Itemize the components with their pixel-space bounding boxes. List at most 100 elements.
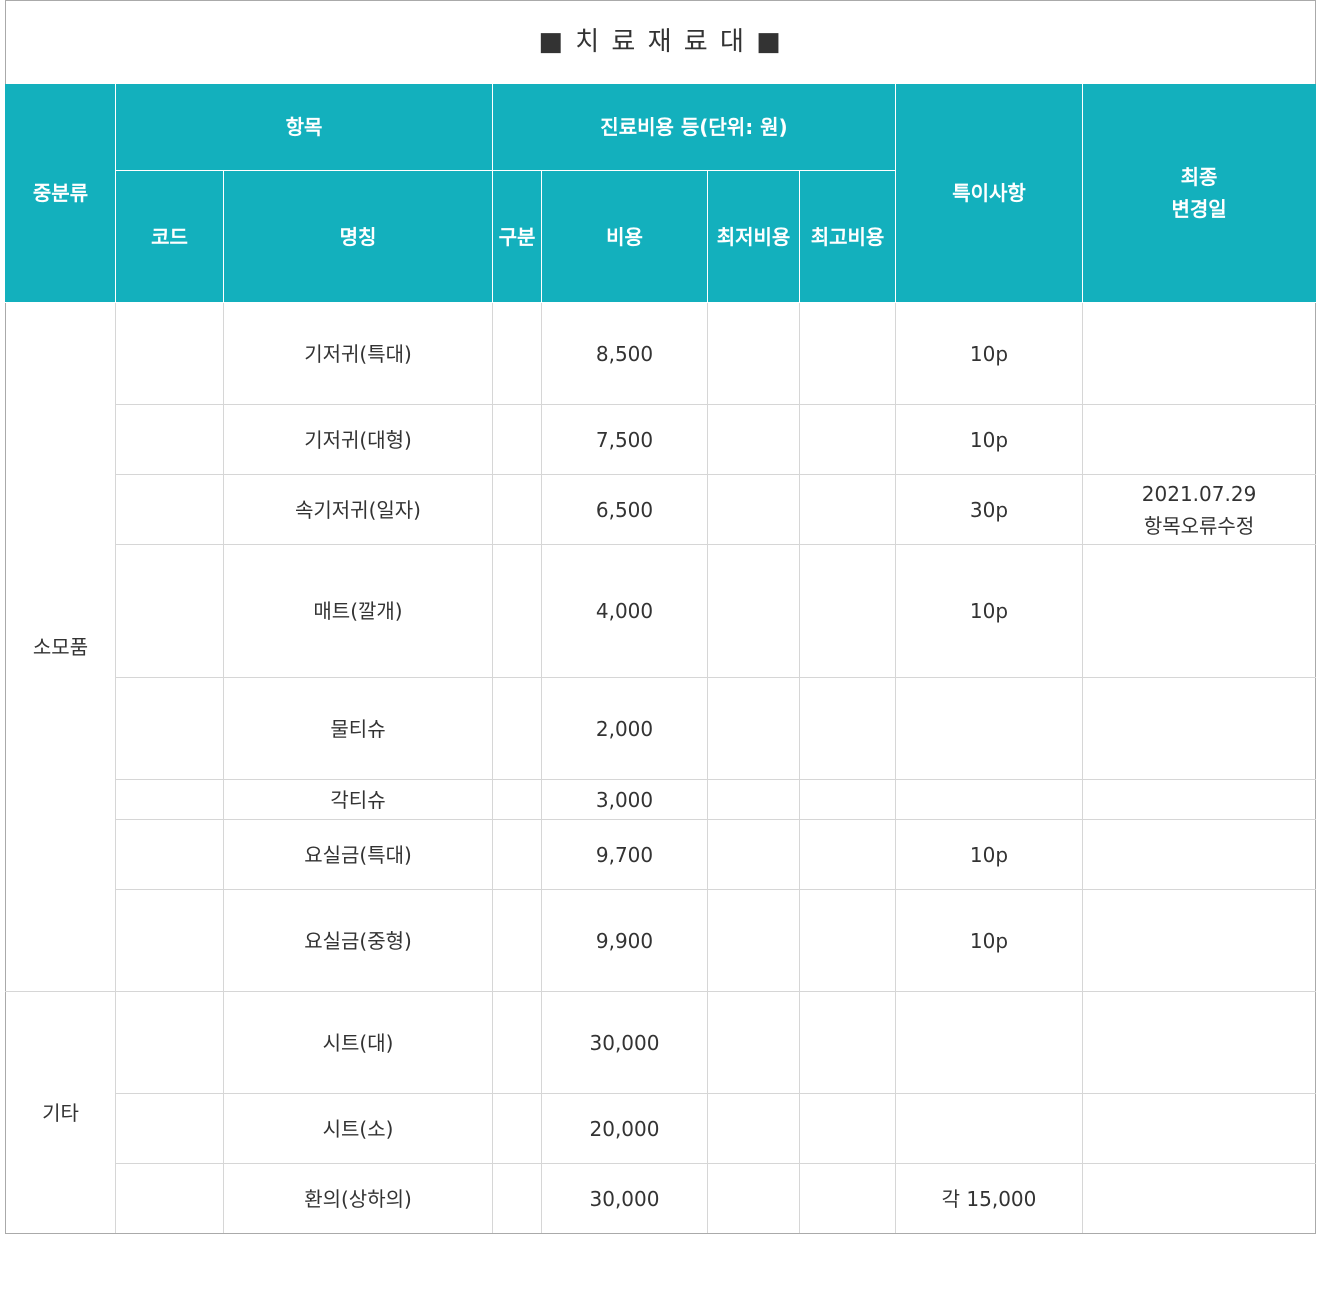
division-cell [492,819,542,890]
last-changed-cell [1081,404,1317,475]
last-changed-cell [1081,1093,1317,1164]
code-cell [115,819,224,890]
table-row: 환의(상하의) 30,000 각 15,000 [6,1163,1317,1234]
header-notes: 특이사항 [895,83,1083,303]
code-cell [115,1163,224,1234]
division-cell [492,302,542,405]
min-cost-cell [707,474,800,545]
min-cost-cell [707,779,800,820]
division-cell [492,779,542,820]
max-cost-cell [799,991,896,1094]
note-cell: 30p [895,474,1083,545]
division-cell [492,544,542,678]
note-cell: 10p [895,302,1083,405]
note-cell [895,991,1083,1094]
header-code: 코드 [115,170,224,303]
max-cost-cell [799,819,896,890]
min-cost-cell [707,544,800,678]
header-cost-group: 진료비용 등(단위: 원) [492,83,896,171]
cost-cell: 2,000 [541,677,708,780]
table-row: 물티슈 2,000 [6,677,1317,780]
cost-cell: 9,700 [541,819,708,890]
last-changed-cell [1081,1163,1317,1234]
division-cell [492,889,542,992]
table-row: 기저귀(대형) 7,500 10p [6,404,1317,475]
min-cost-cell [707,991,800,1094]
last-changed-cell [1081,302,1317,405]
treatment-materials-table: ■ 치 료 재 료 대 ■ 중분류 항목 진료비용 등(단위: 원) 특이사항 … [4,0,1317,1234]
max-cost-cell [799,779,896,820]
table-row: 소모품 기저귀(특대) 8,500 10p [5,302,1317,992]
table-row: 매트(깔개) 4,000 10p [6,544,1317,678]
table-row: 각티슈 3,000 [6,779,1317,820]
note-cell [895,677,1083,780]
last-changed-cell [1081,677,1317,780]
cost-cell: 9,900 [541,889,708,992]
code-cell [115,1093,224,1164]
max-cost-cell [799,1163,896,1234]
header-max-cost: 최고비용 [799,170,896,303]
header-item-group: 항목 [115,83,493,171]
min-cost-cell [707,404,800,475]
division-cell [492,677,542,780]
note-cell: 10p [895,544,1083,678]
table-title: ■ 치 료 재 료 대 ■ [4,0,1317,84]
note-cell [895,1093,1083,1164]
cost-cell: 30,000 [541,991,708,1094]
max-cost-cell [799,544,896,678]
code-cell [115,474,224,545]
note-cell: 각 15,000 [895,1163,1083,1234]
note-cell [895,779,1083,820]
header-category: 중분류 [5,83,116,303]
header-cost: 비용 [541,170,708,303]
max-cost-cell [799,677,896,780]
last-changed-cell [1081,779,1317,820]
cost-cell: 6,500 [541,474,708,545]
min-cost-cell [707,302,800,405]
category-cell: 기타 [5,991,116,1234]
note-cell: 10p [895,889,1083,992]
name-cell: 매트(깔개) [223,544,493,678]
min-cost-cell [707,677,800,780]
table-row: 요실금(특대) 9,700 10p [6,819,1317,890]
name-cell: 시트(대) [223,991,493,1094]
cost-cell: 20,000 [541,1093,708,1164]
last-changed-cell: 2021.07.29 항목오류수정 [1081,474,1317,545]
division-cell [492,474,542,545]
division-cell [492,991,542,1094]
max-cost-cell [799,302,896,405]
name-cell: 속기저귀(일자) [223,474,493,545]
header-name: 명칭 [223,170,493,303]
cost-cell: 30,000 [541,1163,708,1234]
header-last-changed-line2: 변경일 [1171,197,1227,221]
min-cost-cell [707,1163,800,1234]
max-cost-cell [799,404,896,475]
cost-cell: 3,000 [541,779,708,820]
code-cell [115,889,224,992]
max-cost-cell [799,1093,896,1164]
category-cell: 소모품 [5,302,116,992]
cost-cell: 7,500 [541,404,708,475]
last-changed-cell [1081,544,1317,678]
name-cell: 환의(상하의) [223,1163,493,1234]
code-cell [115,779,224,820]
code-cell [115,991,224,1094]
min-cost-cell [707,1093,800,1164]
header-last-changed: 최종 변경일 [1081,83,1317,303]
cost-cell: 4,000 [541,544,708,678]
code-cell [115,677,224,780]
table-row: 속기저귀(일자) 6,500 30p 2021.07.29 항목오류수정 [6,474,1317,545]
table-row: 요실금(중형) 9,900 10p [6,889,1317,992]
name-cell: 시트(소) [223,1093,493,1164]
name-cell: 각티슈 [223,779,493,820]
table-row: 기타 시트(대) 30,000 [5,991,1317,1234]
header-last-changed-line1: 최종 [1180,165,1218,189]
code-cell [115,544,224,678]
code-cell [115,404,224,475]
changed-reason: 항목오류수정 [1143,513,1255,538]
division-cell [492,1093,542,1164]
min-cost-cell [707,889,800,992]
name-cell: 요실금(특대) [223,819,493,890]
note-cell: 10p [895,404,1083,475]
cost-cell: 8,500 [541,302,708,405]
